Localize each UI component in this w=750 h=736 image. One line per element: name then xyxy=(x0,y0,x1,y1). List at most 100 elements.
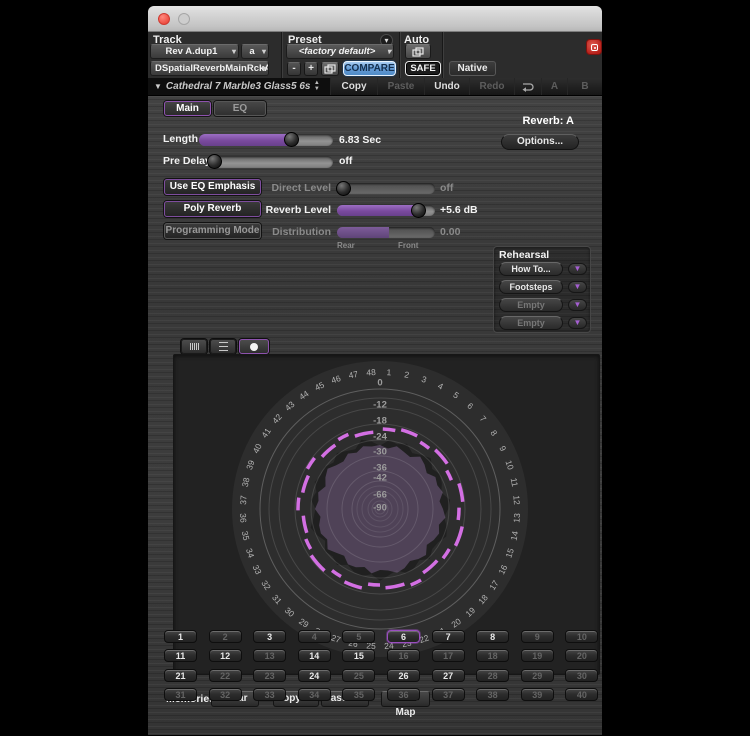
reverb-dash-contour xyxy=(368,584,380,585)
memory-slot-8[interactable]: 8 xyxy=(476,630,509,643)
a-button[interactable]: A xyxy=(541,78,567,95)
slider-knob[interactable] xyxy=(411,203,426,218)
librarian-preset-menu[interactable]: ▼ Cathedral 7 Marble3 Glass5 6s Generic … xyxy=(148,78,330,95)
rehearsal-footsteps-button[interactable]: Footsteps xyxy=(499,280,563,294)
polar-display[interactable]: 0-12-18-24-30-36-42-66-90123456789101112… xyxy=(173,354,600,675)
track-selector[interactable]: Rev A.dup1 xyxy=(150,44,239,59)
view-bars-button[interactable] xyxy=(181,339,207,354)
rehearsal-empty-button[interactable]: Empty xyxy=(499,298,563,312)
memory-slot-30[interactable]: 30 xyxy=(565,669,598,682)
stacked-squares-icon xyxy=(412,47,425,58)
memory-slot-19[interactable]: 19 xyxy=(521,649,554,662)
memory-slot-23[interactable]: 23 xyxy=(253,669,286,682)
rear-label: Rear xyxy=(337,241,355,250)
slider-knob[interactable] xyxy=(207,154,222,169)
slider-knob[interactable] xyxy=(336,181,351,196)
memory-slot-2[interactable]: 2 xyxy=(209,630,242,643)
memory-slot-18[interactable]: 18 xyxy=(476,649,509,662)
memory-slot-28[interactable]: 28 xyxy=(476,669,509,682)
memory-slot-1[interactable]: 1 xyxy=(164,630,197,643)
rehearsal-empty2-button[interactable]: Empty xyxy=(499,316,563,330)
plugin-format-button[interactable]: Native xyxy=(449,61,496,76)
direct-level-slider[interactable] xyxy=(337,183,435,194)
playlist-selector[interactable]: a xyxy=(241,44,269,59)
memory-slot-37[interactable]: 37 xyxy=(432,688,465,701)
reverb-dash-contour xyxy=(298,498,299,511)
track-number: 12 xyxy=(511,495,522,505)
memory-slot-20[interactable]: 20 xyxy=(565,649,598,662)
memory-slot-14[interactable]: 14 xyxy=(298,649,331,662)
memory-slot-33[interactable]: 33 xyxy=(253,688,286,701)
slider-knob[interactable] xyxy=(284,132,299,147)
compare-button[interactable]: COMPARE xyxy=(343,61,396,76)
memory-slot-12[interactable]: 12 xyxy=(209,649,242,662)
memory-slot-32[interactable]: 32 xyxy=(209,688,242,701)
memory-slot-9[interactable]: 9 xyxy=(521,630,554,643)
memory-slot-3[interactable]: 3 xyxy=(253,630,286,643)
ab-swap-button[interactable] xyxy=(514,78,541,95)
window-titlebar[interactable] xyxy=(148,6,602,32)
memory-slot-16[interactable]: 16 xyxy=(387,649,420,662)
rehearsal-howto-menu[interactable]: ▼ xyxy=(568,263,587,275)
memory-slot-22[interactable]: 22 xyxy=(209,669,242,682)
reverb-level-slider[interactable] xyxy=(337,205,435,216)
preset-spinner[interactable]: ▲ ▼ xyxy=(314,81,320,92)
memory-slot-36[interactable]: 36 xyxy=(387,688,420,701)
memory-slot-5[interactable]: 5 xyxy=(342,630,375,643)
target-window-button[interactable] xyxy=(586,39,602,55)
memory-slot-21[interactable]: 21 xyxy=(164,669,197,682)
length-slider[interactable] xyxy=(199,134,333,146)
tab-eq[interactable]: EQ xyxy=(214,101,266,116)
memory-slot-34[interactable]: 34 xyxy=(298,688,331,701)
slider-fill xyxy=(337,227,389,238)
zoom-window-button[interactable] xyxy=(178,13,190,25)
poly-reverb-button[interactable]: Poly Reverb xyxy=(164,201,261,217)
memory-slot-27[interactable]: 27 xyxy=(432,669,465,682)
memory-slot-17[interactable]: 17 xyxy=(432,649,465,662)
memory-slot-7[interactable]: 7 xyxy=(432,630,465,643)
stacked-squares-icon xyxy=(324,64,337,75)
automation-enable-button[interactable] xyxy=(405,44,431,59)
rehearsal-howto-button[interactable]: How To... xyxy=(499,262,563,276)
view-polar-button[interactable] xyxy=(239,339,269,354)
memory-slot-10[interactable]: 10 xyxy=(565,630,598,643)
preset-increment-button[interactable]: + xyxy=(304,62,318,76)
memory-slot-11[interactable]: 11 xyxy=(164,649,197,662)
view-lines-button[interactable] xyxy=(210,339,236,354)
memory-slot-13[interactable]: 13 xyxy=(253,649,286,662)
redo-button[interactable]: Redo xyxy=(469,78,514,95)
track-number: 36 xyxy=(238,513,249,523)
copy-button[interactable]: Copy xyxy=(330,78,377,95)
memory-slot-24[interactable]: 24 xyxy=(298,669,331,682)
divider xyxy=(399,32,400,78)
rehearsal-empty2-menu[interactable]: ▼ xyxy=(568,317,587,329)
rehearsal-empty-menu[interactable]: ▼ xyxy=(568,299,587,311)
memory-slot-39[interactable]: 39 xyxy=(521,688,554,701)
undo-button[interactable]: Undo xyxy=(424,78,469,95)
memory-slot-25[interactable]: 25 xyxy=(342,669,375,682)
memory-slot-6[interactable]: 6 xyxy=(387,630,420,643)
copy-settings-button[interactable] xyxy=(321,62,339,76)
memory-slot-26[interactable]: 26 xyxy=(387,669,420,682)
memory-slot-29[interactable]: 29 xyxy=(521,669,554,682)
tab-main[interactable]: Main xyxy=(164,101,211,116)
distribution-slider[interactable] xyxy=(337,227,435,238)
preset-decrement-button[interactable]: - xyxy=(287,62,301,76)
use-eq-emphasis-button[interactable]: Use EQ Emphasis xyxy=(164,179,261,195)
rehearsal-footsteps-menu[interactable]: ▼ xyxy=(568,281,587,293)
b-button[interactable]: B xyxy=(567,78,602,95)
memory-slot-38[interactable]: 38 xyxy=(476,688,509,701)
memory-slot-31[interactable]: 31 xyxy=(164,688,197,701)
options-button[interactable]: Options... xyxy=(501,134,579,150)
programming-mode-button[interactable]: Programming Mode xyxy=(164,223,261,239)
memory-slot-35[interactable]: 35 xyxy=(342,688,375,701)
memory-slot-40[interactable]: 40 xyxy=(565,688,598,701)
insert-selector[interactable]: DSpatialReverbMainRckA xyxy=(150,61,269,76)
memory-slot-4[interactable]: 4 xyxy=(298,630,331,643)
pre-delay-slider[interactable] xyxy=(208,156,333,168)
preset-selector[interactable]: <factory default> xyxy=(286,44,394,59)
safe-button[interactable]: SAFE xyxy=(405,61,441,76)
close-window-button[interactable] xyxy=(158,13,170,25)
memory-slot-15[interactable]: 15 xyxy=(342,649,375,662)
paste-button[interactable]: Paste xyxy=(377,78,424,95)
